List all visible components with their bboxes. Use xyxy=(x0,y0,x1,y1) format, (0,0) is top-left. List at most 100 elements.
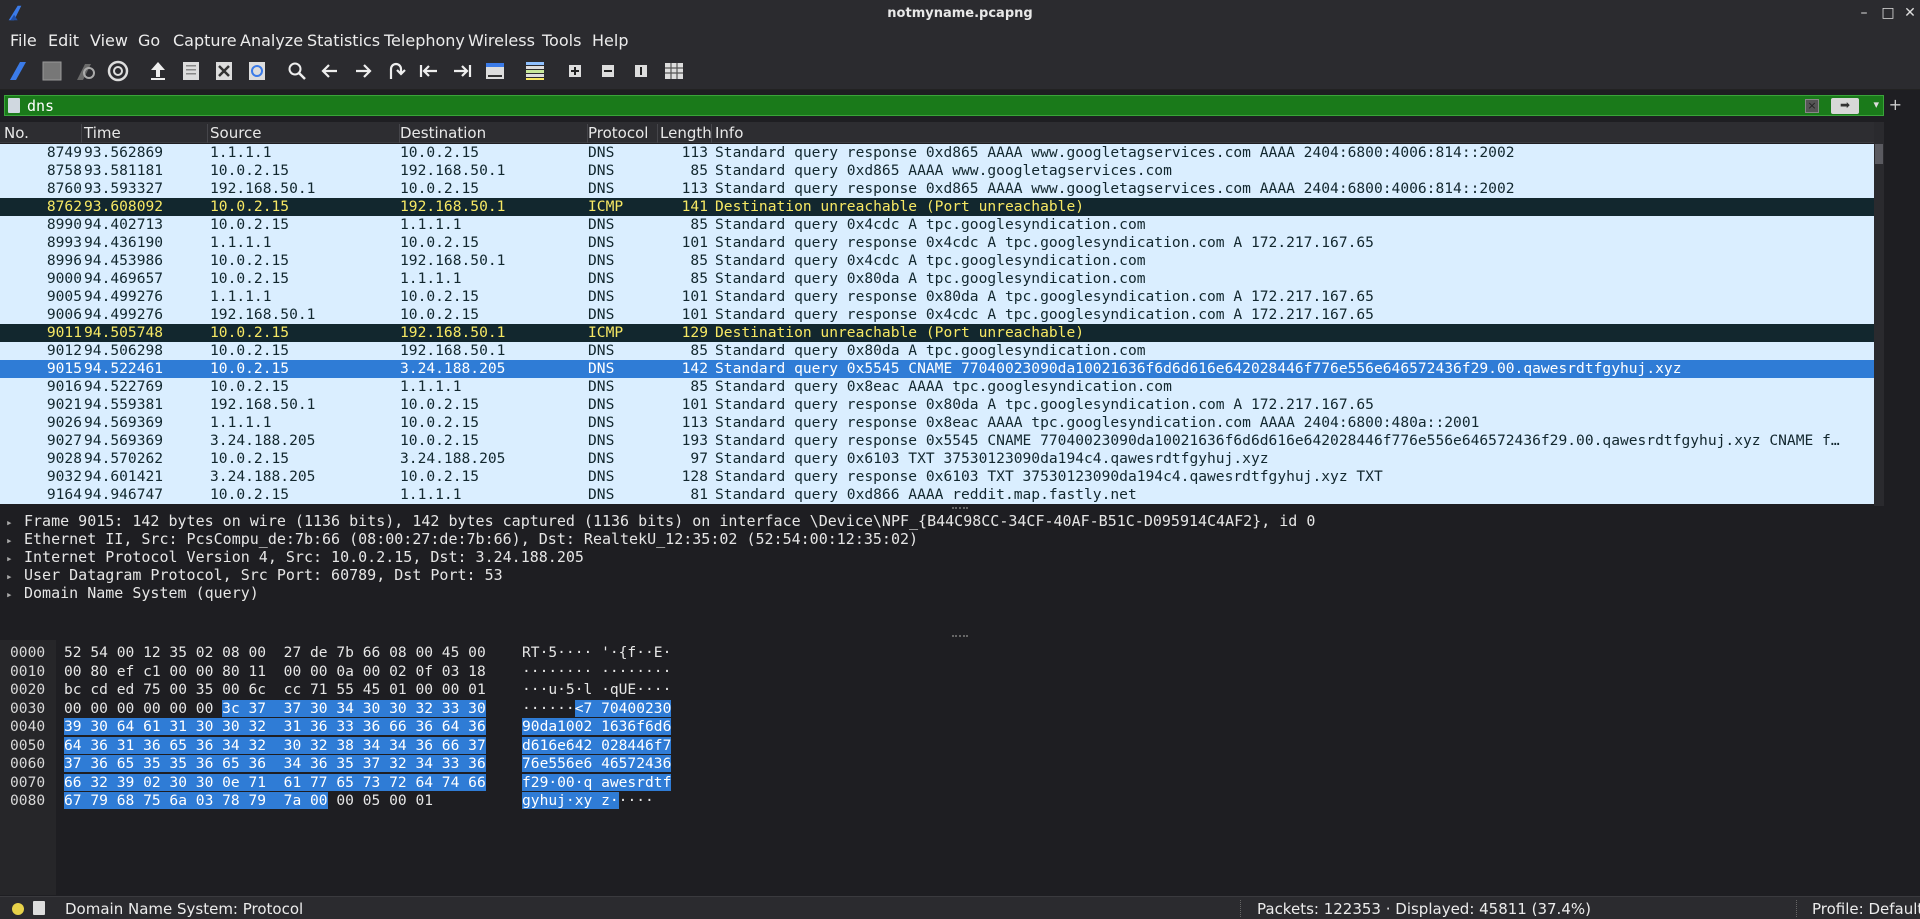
menu-wireless[interactable]: Wireless xyxy=(468,31,535,50)
packet-row[interactable]: 8749 93.562869 1.1.1.1 10.0.2.15 DNS 113 Stand… xyxy=(0,144,1874,162)
packet-cell-src: 10.0.2.15 xyxy=(210,360,290,377)
details-dns[interactable]: ▸ Domain Name System (query) xyxy=(6,584,259,602)
expand-arrow-icon[interactable]: ▸ xyxy=(6,516,24,529)
packet-row[interactable]: 9012 94.506298 10.0.2.15 192.168.50.1 DNS 85 S… xyxy=(0,342,1874,360)
minimize-button[interactable]: – xyxy=(1856,5,1872,21)
packet-row[interactable]: 9027 94.569369 3.24.188.205 10.0.2.15 DNS 193… xyxy=(0,432,1874,450)
packet-list-scrollbar[interactable] xyxy=(1874,122,1884,506)
open-file-icon[interactable] xyxy=(145,58,171,84)
menu-view[interactable]: View xyxy=(90,31,128,50)
bytes-ascii: ······<7 70400230 xyxy=(522,699,672,717)
packet-row[interactable]: 9032 94.601421 3.24.188.205 10.0.2.15 DNS 128… xyxy=(0,468,1874,486)
close-button[interactable]: ✕ xyxy=(1902,5,1918,21)
packet-row[interactable]: 8758 93.581181 10.0.2.15 192.168.50.1 DNS 85 S… xyxy=(0,162,1874,180)
packet-row[interactable]: 9015 94.522461 10.0.2.15 3.24.188.205 DNS 142… xyxy=(0,360,1874,378)
packet-row[interactable]: 9164 94.946747 10.0.2.15 1.1.1.1 DNS 81 Standa… xyxy=(0,486,1874,504)
menu-go[interactable]: Go xyxy=(138,31,160,50)
menu-edit[interactable]: Edit xyxy=(48,31,79,50)
add-filter-button[interactable]: + xyxy=(1889,95,1902,114)
go-forward-icon[interactable] xyxy=(350,58,376,84)
zoom-out-icon[interactable] xyxy=(595,58,621,84)
packet-row[interactable]: 9028 94.570262 10.0.2.15 3.24.188.205 DNS 97 S… xyxy=(0,450,1874,468)
menu-file[interactable]: File xyxy=(10,31,37,50)
reload-file-icon[interactable] xyxy=(244,58,270,84)
packet-cell-src: 192.168.50.1 xyxy=(210,306,316,323)
normal-size-icon[interactable] xyxy=(628,58,654,84)
go-first-packet-icon[interactable] xyxy=(416,58,442,84)
menu-analyze[interactable]: Analyze xyxy=(240,31,303,50)
packet-cell-time: 93.608092 xyxy=(84,198,164,215)
column-header-length[interactable]: Length xyxy=(660,124,712,143)
column-header-destination[interactable]: Destination xyxy=(400,124,588,143)
display-filter-input[interactable]: dns × ➡ ▾ xyxy=(4,95,1884,116)
scrollbar-thumb[interactable] xyxy=(1875,144,1883,164)
expand-arrow-icon[interactable]: ▸ xyxy=(6,534,24,547)
capture-comment-icon[interactable] xyxy=(33,901,45,915)
packet-row[interactable]: 8996 94.453986 10.0.2.15 192.168.50.1 DNS 85 S… xyxy=(0,252,1874,270)
column-header-time[interactable]: Time xyxy=(84,124,208,143)
bytes-offset: 0040 xyxy=(10,718,46,735)
packet-cell-proto: DNS xyxy=(588,234,615,251)
stop-capture-icon[interactable] xyxy=(39,58,65,84)
column-header-protocol[interactable]: Protocol xyxy=(588,124,658,143)
close-file-icon[interactable] xyxy=(211,58,237,84)
packet-cell-len: 97 xyxy=(690,450,708,467)
packet-row[interactable]: 8760 93.593327 192.168.50.1 10.0.2.15 DNS 113… xyxy=(0,180,1874,198)
filter-text[interactable]: dns xyxy=(27,97,54,115)
packet-row[interactable]: 9026 94.569369 1.1.1.1 10.0.2.15 DNS 113 Stand… xyxy=(0,414,1874,432)
menu-tools[interactable]: Tools xyxy=(542,31,581,50)
go-last-packet-icon[interactable] xyxy=(449,58,475,84)
chevron-down-icon[interactable]: ▾ xyxy=(1873,98,1879,111)
start-capture-icon[interactable] xyxy=(6,58,32,84)
menu-telephony[interactable]: Telephony xyxy=(384,31,465,50)
packet-row[interactable]: 9000 94.469657 10.0.2.15 1.1.1.1 DNS 85 Standa… xyxy=(0,270,1874,288)
go-to-packet-icon[interactable] xyxy=(383,58,409,84)
clear-icon[interactable]: × xyxy=(1805,99,1819,113)
details-ethernet[interactable]: ▸ Ethernet II, Src: PcsCompu_de:7b:66 (08… xyxy=(6,530,918,548)
packet-cell-dst: 192.168.50.1 xyxy=(400,252,506,269)
packet-cell-info: Standard query response 0x5545 CNAME 770… xyxy=(715,432,1840,449)
expert-info-led-icon[interactable] xyxy=(12,903,24,915)
packet-cell-proto: DNS xyxy=(588,468,615,485)
capture-options-icon[interactable] xyxy=(105,58,131,84)
expand-arrow-icon[interactable]: ▸ xyxy=(6,570,24,583)
packet-cell-info: Destination unreachable (Port unreachabl… xyxy=(715,324,1085,341)
packet-row[interactable]: 8990 94.402713 10.0.2.15 1.1.1.1 DNS 85 Standa… xyxy=(0,216,1874,234)
column-header-no[interactable]: No. xyxy=(4,124,82,143)
packet-row[interactable]: 9005 94.499276 1.1.1.1 10.0.2.15 DNS 101 Stand… xyxy=(0,288,1874,306)
maximize-button[interactable]: □ xyxy=(1880,5,1896,21)
packet-row[interactable]: 9011 94.505748 10.0.2.15 192.168.50.1 ICMP 12… xyxy=(0,324,1874,342)
colorize-icon[interactable] xyxy=(522,58,548,84)
packet-cell-no: 8760 xyxy=(46,180,82,197)
column-header-source[interactable]: Source xyxy=(210,124,400,143)
zoom-in-icon[interactable] xyxy=(562,58,588,84)
resize-columns-icon[interactable] xyxy=(661,58,687,84)
status-profile[interactable]: Profile: Default xyxy=(1812,900,1920,918)
menu-help[interactable]: Help xyxy=(592,31,628,50)
packet-row[interactable]: 9006 94.499276 192.168.50.1 10.0.2.15 DNS 101… xyxy=(0,306,1874,324)
auto-scroll-icon[interactable] xyxy=(482,58,508,84)
go-back-icon[interactable] xyxy=(317,58,343,84)
details-ipv4[interactable]: ▸ Internet Protocol Version 4, Src: 10.0.… xyxy=(6,548,584,566)
expand-arrow-icon[interactable]: ▸ xyxy=(6,552,24,565)
bookmark-icon[interactable] xyxy=(8,98,20,113)
packet-row[interactable]: 9021 94.559381 192.168.50.1 10.0.2.15 DNS 101… xyxy=(0,396,1874,414)
restart-capture-icon[interactable] xyxy=(72,58,98,84)
save-file-icon[interactable] xyxy=(178,58,204,84)
expand-arrow-icon[interactable]: ▸ xyxy=(6,588,24,601)
bytes-ascii: RT·5···· '·{f··E· xyxy=(522,644,671,661)
status-field-info: Domain Name System: Protocol xyxy=(65,900,304,918)
packet-cell-info: Standard query 0x8eac AAAA tpc.googlesyn… xyxy=(715,378,1172,395)
packet-row[interactable]: 8993 94.436190 1.1.1.1 10.0.2.15 DNS 101 Stand… xyxy=(0,234,1874,252)
column-header-info[interactable]: Info xyxy=(715,124,1870,143)
menu-capture[interactable]: Capture xyxy=(173,31,237,50)
apply-arrow-icon[interactable]: ➡ xyxy=(1831,98,1859,114)
details-udp[interactable]: ▸ User Datagram Protocol, Src Port: 60789… xyxy=(6,566,503,584)
menu-statistics[interactable]: Statistics xyxy=(307,31,380,50)
find-packet-icon[interactable] xyxy=(284,58,310,84)
packet-cell-src: 10.0.2.15 xyxy=(210,450,290,467)
details-frame[interactable]: ▸ Frame 9015: 142 bytes on wire (1136 bit… xyxy=(6,512,1315,530)
packet-row[interactable]: 8762 93.608092 10.0.2.15 192.168.50.1 ICMP 14… xyxy=(0,198,1874,216)
packet-row[interactable]: 9016 94.522769 10.0.2.15 1.1.1.1 DNS 85 Standa… xyxy=(0,378,1874,396)
packet-cell-info: Standard query 0x80da A tpc.googlesyndic… xyxy=(715,270,1146,287)
